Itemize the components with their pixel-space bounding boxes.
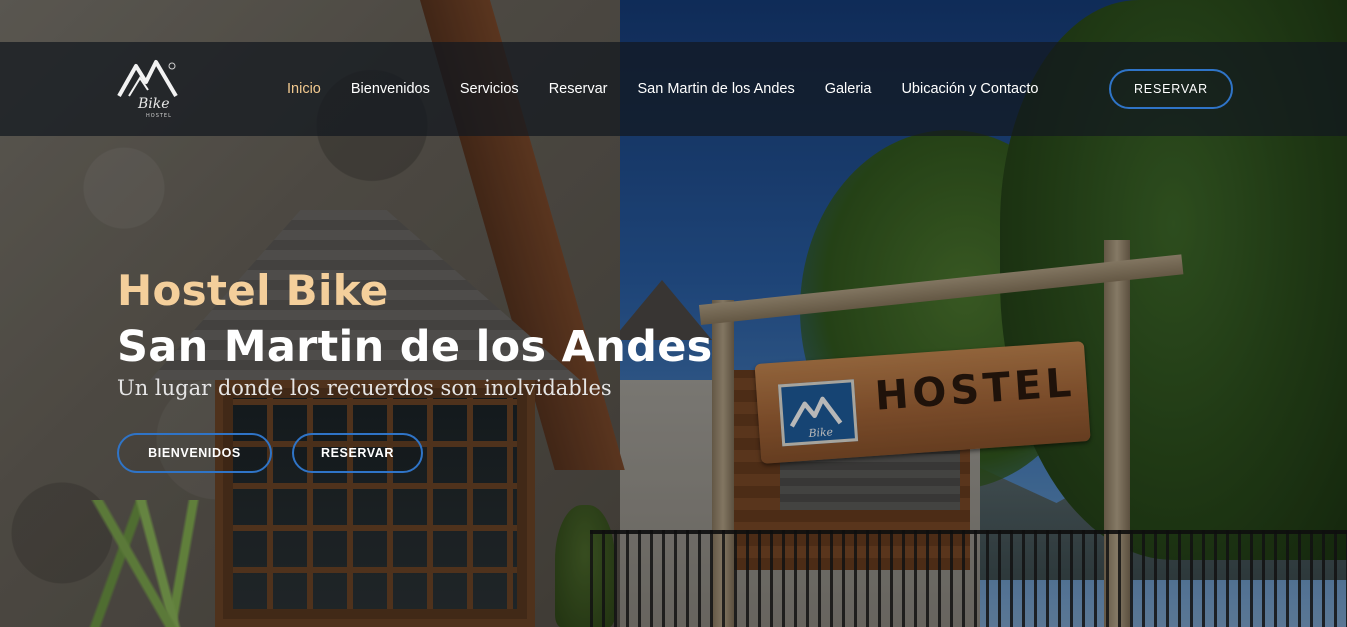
hero-subtitle: Un lugar donde los recuerdos son inolvid…: [117, 376, 612, 400]
header-reservar-button[interactable]: RESERVAR: [1109, 69, 1233, 109]
nav-item-san-martin[interactable]: San Martin de los Andes: [638, 81, 795, 97]
reservar-button[interactable]: RESERVAR: [292, 433, 423, 473]
logo-word: Bike: [138, 96, 170, 112]
nav-item-inicio[interactable]: Inicio: [287, 81, 321, 97]
hero-title-location: San Martin de los Andes: [117, 322, 713, 372]
nav-item-reservar[interactable]: Reservar: [549, 81, 608, 97]
nav-item-contacto[interactable]: Ubicación y Contacto: [901, 81, 1038, 97]
brand-logo[interactable]: Bike HOSTEL: [116, 56, 182, 120]
logo-subtitle: HOSTEL: [146, 113, 172, 119]
main-nav: Inicio Bienvenidos Servicios Reservar Sa…: [272, 42, 1068, 136]
site-header: Bike HOSTEL Inicio Bienvenidos Servicios…: [0, 42, 1347, 136]
nav-item-galeria[interactable]: Galeria: [825, 81, 872, 97]
bienvenidos-button[interactable]: BIENVENIDOS: [117, 433, 272, 473]
nav-item-servicios[interactable]: Servicios: [460, 81, 519, 97]
hero-title: Hostel Bike: [117, 266, 389, 315]
nav-item-bienvenidos[interactable]: Bienvenidos: [351, 81, 430, 97]
mountain-logo-icon: [117, 60, 178, 98]
